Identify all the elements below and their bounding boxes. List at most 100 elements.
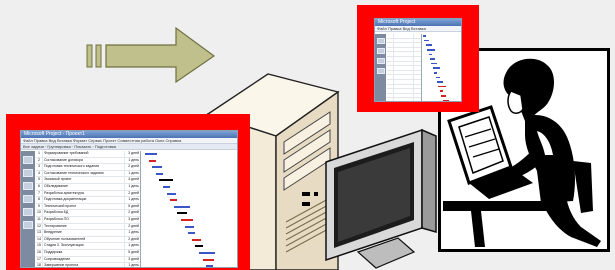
- view-button[interactable]: [23, 208, 33, 216]
- gantt-bar[interactable]: [148, 159, 156, 162]
- gantt-bar[interactable]: [427, 49, 435, 51]
- task-name-cell: Разработка ПО: [44, 216, 69, 221]
- view-button[interactable]: [23, 221, 33, 229]
- gantt-bar[interactable]: [430, 58, 435, 60]
- gantt-bar[interactable]: [442, 99, 449, 101]
- menu-item[interactable]: Вставка: [57, 138, 73, 143]
- gantt-bar[interactable]: [206, 265, 214, 267]
- task-name-cell: Обучение пользователей: [44, 236, 86, 241]
- menu-item[interactable]: Правка: [34, 138, 49, 143]
- gantt-bar[interactable]: [425, 44, 432, 46]
- gantt-bar[interactable]: [155, 172, 163, 175]
- menu-item[interactable]: Сервис: [88, 138, 103, 143]
- table-row[interactable]: 3 Подготовка технического задания 2 дней: [36, 164, 140, 171]
- view-button[interactable]: [376, 58, 385, 64]
- menu-item[interactable]: Окно: [155, 138, 165, 143]
- task-name-cell: [394, 52, 413, 56]
- view-button[interactable]: [376, 68, 385, 74]
- task-duration-cell: [413, 47, 421, 52]
- task-id-cell: 17: [36, 256, 43, 263]
- menu-item[interactable]: Формат: [73, 138, 88, 143]
- gantt-bar[interactable]: [431, 62, 438, 65]
- menu-item[interactable]: Вид: [403, 26, 410, 31]
- gantt-bar[interactable]: [432, 67, 441, 69]
- menu-item[interactable]: Файл: [377, 26, 387, 31]
- task-name-cell: Стадия 3. Эксплуатация: [44, 243, 84, 248]
- gantt-bar[interactable]: [434, 72, 438, 74]
- view-button[interactable]: [376, 48, 385, 54]
- task-name-cell: [394, 94, 413, 98]
- table-row[interactable]: 5 Эскизный проект 4 дней: [36, 177, 140, 184]
- gantt-bar[interactable]: [145, 153, 157, 155]
- table-row[interactable]: 10 Разработка БД 2 дней: [36, 210, 140, 217]
- gantt-bar[interactable]: [441, 95, 446, 97]
- task-name-cell: Согласование договора: [44, 157, 83, 162]
- gantt-bar[interactable]: [188, 232, 196, 235]
- table-row[interactable]: 16 Поддержка 5 дней: [36, 249, 140, 257]
- gantt-bar[interactable]: [437, 81, 443, 83]
- gantt-bar[interactable]: [191, 238, 202, 241]
- view-button[interactable]: [23, 195, 33, 203]
- window-title: Microsoft Project: [375, 19, 461, 26]
- view-button[interactable]: [23, 182, 33, 190]
- gantt-bar[interactable]: [152, 166, 162, 169]
- task-duration-cell: 2 дней: [124, 164, 140, 170]
- gantt-bar[interactable]: [202, 258, 215, 261]
- table-row[interactable]: 11 Разработка ПО 3 дней: [36, 216, 140, 224]
- task-name-cell: Внедрение: [44, 230, 62, 235]
- gantt-bar[interactable]: [177, 212, 187, 215]
- view-button[interactable]: [376, 38, 385, 44]
- gantt-bar[interactable]: [184, 225, 194, 228]
- table-row[interactable]: 18 Завершение проекта 1 день: [36, 263, 140, 268]
- menu-item[interactable]: Правка: [388, 26, 402, 31]
- gantt-bar[interactable]: [170, 199, 178, 202]
- table-row[interactable]: 15 Стадия 3. Эксплуатация 1 день: [36, 243, 140, 250]
- menu-item[interactable]: Файл: [23, 138, 34, 143]
- task-name-cell: Завершение проекта: [44, 263, 79, 268]
- table-row[interactable]: 7 Разработка архитектуры 2 дней: [36, 190, 140, 198]
- gantt-bar[interactable]: [163, 186, 171, 188]
- table-row[interactable]: 13 Внедрение 1 день: [36, 230, 140, 237]
- task-name-cell: [394, 89, 413, 93]
- menu-item[interactable]: Вид: [49, 138, 57, 143]
- gantt-bar[interactable]: [439, 90, 443, 92]
- menu-item[interactable]: Проект: [103, 138, 117, 143]
- table-row[interactable]: 4 Согласование технического задания 1 день: [36, 170, 140, 178]
- gantt-bar[interactable]: [423, 35, 426, 37]
- table-row[interactable]: 17 Сопровождение 3 дней: [36, 256, 140, 264]
- task-id-cell: [387, 56, 394, 61]
- view-button[interactable]: [23, 169, 33, 177]
- task-duration-cell: [413, 93, 421, 98]
- task-name-cell: [394, 57, 413, 61]
- menu-item[interactable]: Справка: [165, 138, 181, 143]
- gantt-bar[interactable]: [428, 53, 432, 56]
- table-row[interactable]: 12 Тестирование 2 дней: [36, 223, 140, 231]
- gantt-bar[interactable]: [181, 219, 193, 221]
- gantt-bar[interactable]: [159, 179, 174, 182]
- table-row[interactable]: [387, 98, 421, 101]
- task-duration-cell: 1 день: [124, 243, 140, 249]
- gantt-bar[interactable]: [438, 85, 446, 88]
- menu-item[interactable]: Совместная работа: [117, 138, 155, 143]
- gantt-bar[interactable]: [173, 205, 190, 208]
- table-row[interactable]: 1 Формирование требований 3 дней: [36, 151, 140, 158]
- task-name-cell: [394, 75, 413, 79]
- table-row[interactable]: 8 Подготовка документации 1 день: [36, 197, 140, 204]
- gantt-bar[interactable]: [435, 76, 441, 79]
- gantt-bar[interactable]: [199, 252, 215, 254]
- task-duration-cell: 1 день: [124, 170, 140, 177]
- table-row[interactable]: 14 Обучение пользователей 2 дней: [36, 236, 140, 244]
- gantt-bar[interactable]: [424, 39, 429, 42]
- task-duration-cell: 1 день: [124, 230, 140, 236]
- project-screenshot-large: Microsoft Project - Проект1 Файл Правка …: [6, 114, 250, 270]
- table-row[interactable]: 2 Согласование договора 1 день: [36, 157, 140, 165]
- menu-item[interactable]: Вставка: [411, 26, 426, 31]
- gantt-bar[interactable]: [166, 192, 176, 195]
- gantt-bar[interactable]: [195, 245, 203, 248]
- table-row[interactable]: 6 Обследование 1 день: [36, 183, 140, 191]
- task-id-cell: [387, 70, 394, 75]
- view-button[interactable]: [23, 156, 33, 164]
- task-duration-cell: [413, 52, 421, 56]
- table-row[interactable]: 9 Технический проект 5 дней: [36, 203, 140, 211]
- task-id-cell: 7: [36, 190, 43, 197]
